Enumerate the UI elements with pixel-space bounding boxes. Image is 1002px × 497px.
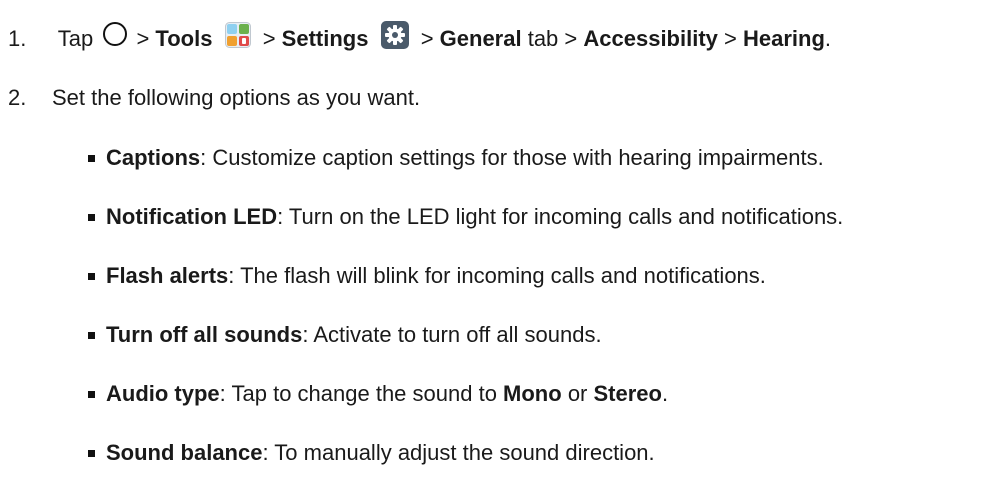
option-desc: : Tap to change the sound to <box>219 381 504 406</box>
home-circle-icon <box>103 22 128 47</box>
bullet-square-icon <box>88 450 95 457</box>
tools-label: Tools <box>155 26 219 51</box>
tools-folder-icon <box>224 22 251 49</box>
tap-text: Tap <box>57 26 100 51</box>
separator: > <box>724 26 743 51</box>
separator: > <box>136 26 156 51</box>
step-text: Set the following options as you want. <box>52 85 421 110</box>
accessibility-label: Accessibility <box>583 26 725 51</box>
step-2: 2. Set the following options as you want. <box>8 83 420 113</box>
option-desc: : Turn on the LED light for incoming cal… <box>277 204 844 229</box>
option-desc: : Activate to turn off all sounds. <box>302 322 602 347</box>
tab-text: tab <box>527 26 565 51</box>
bullet-square-icon <box>88 273 95 280</box>
option-flash-alerts: Flash alerts: The flash will blink for i… <box>88 261 843 291</box>
option-notification-led: Notification LED: Turn on the LED light … <box>88 202 843 232</box>
option-term: Notification LED <box>106 204 278 229</box>
option-desc: : The flash will blink for incoming call… <box>228 263 766 288</box>
step-number: 1. <box>8 26 27 51</box>
option-desc: : Customize caption settings for those w… <box>200 145 824 170</box>
option-sound-balance: Sound balance: To manually adjust the so… <box>88 438 843 468</box>
stereo-label: Stereo <box>593 381 662 406</box>
bullet-square-icon <box>88 391 95 398</box>
option-audio-type: Audio type: Tap to change the sound to M… <box>88 379 843 409</box>
option-term: Sound balance <box>106 440 263 465</box>
option-term: Audio type <box>106 381 220 406</box>
separator: > <box>420 26 440 51</box>
or-text: or <box>561 381 594 406</box>
period: . <box>824 26 832 51</box>
general-label: General <box>439 26 528 51</box>
hearing-label: Hearing <box>742 26 825 51</box>
settings-gear-icon <box>380 21 409 50</box>
period: . <box>661 381 669 406</box>
separator: > <box>564 26 584 51</box>
settings-label: Settings <box>281 26 375 51</box>
option-turn-off-all-sounds: Turn off all sounds: Activate to turn of… <box>88 320 843 350</box>
bullet-square-icon <box>88 214 95 221</box>
option-desc: : To manually adjust the sound direction… <box>262 440 655 465</box>
option-captions: Captions: Customize caption settings for… <box>88 143 843 173</box>
separator: > <box>262 26 282 51</box>
step-number: 2. <box>8 85 27 110</box>
option-term: Turn off all sounds <box>106 322 303 347</box>
options-list: Captions: Customize caption settings for… <box>88 143 843 497</box>
bullet-square-icon <box>88 155 95 162</box>
bullet-square-icon <box>88 332 95 339</box>
option-term: Captions <box>106 145 201 170</box>
option-term: Flash alerts <box>106 263 229 288</box>
mono-label: Mono <box>503 381 562 406</box>
step-1: 1. Tap > Tools > Settings > General tab … <box>8 21 832 54</box>
